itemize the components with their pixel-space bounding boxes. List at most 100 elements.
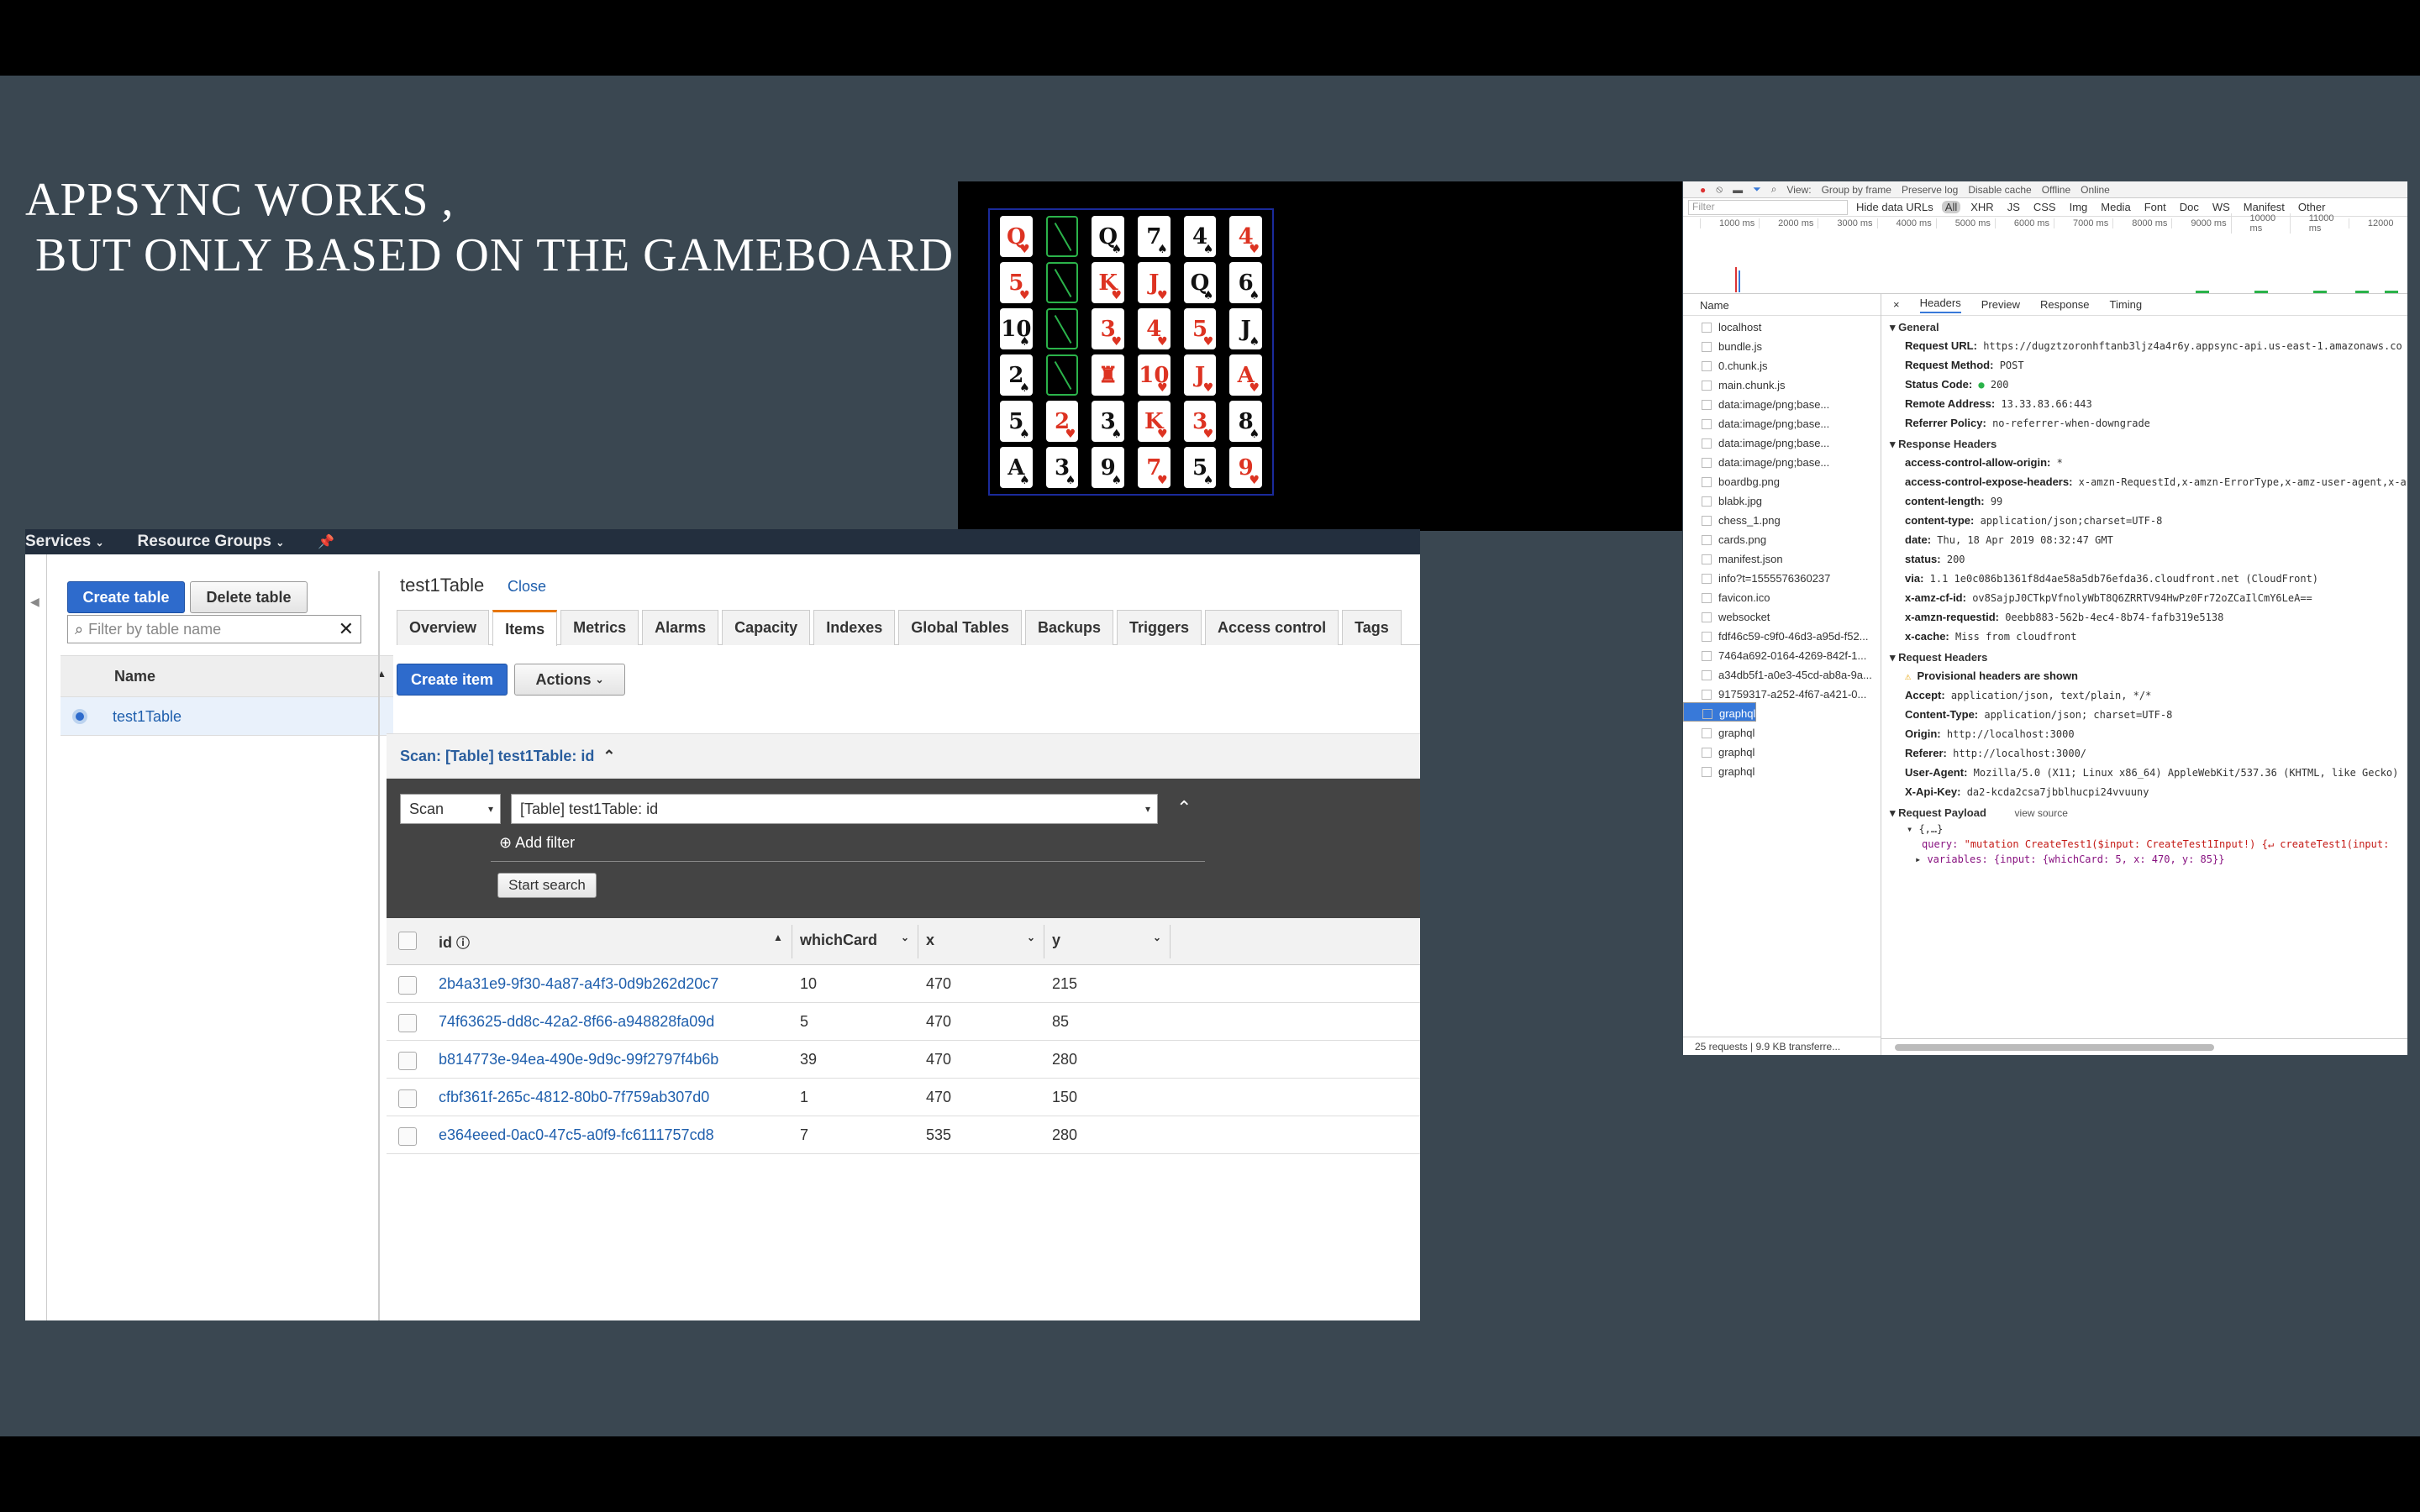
response-headers-toggle[interactable]: ▾ Response Headers xyxy=(1881,433,2407,453)
row-checkbox[interactable] xyxy=(398,1014,417,1032)
row-checkbox[interactable] xyxy=(398,1127,417,1146)
column-x[interactable]: x xyxy=(926,932,934,949)
search-icon[interactable]: ⌕ xyxy=(1771,183,1777,196)
camera-icon[interactable]: ▬ xyxy=(1733,184,1743,196)
request-row[interactable]: bundle.js xyxy=(1683,335,1881,354)
scrollbar-thumb[interactable] xyxy=(1895,1044,2214,1051)
tab-alarms[interactable]: Alarms xyxy=(642,610,719,645)
playing-card[interactable]: 4 ♠ xyxy=(1183,216,1217,257)
add-filter-button[interactable]: ⊕ Add filter xyxy=(499,834,575,852)
playing-card[interactable]: 4 ♥ xyxy=(1138,308,1171,349)
request-row[interactable]: manifest.json xyxy=(1683,548,1881,567)
expand-nav-icon[interactable]: ◀ xyxy=(30,595,39,609)
filter-icon[interactable]: ⏷ xyxy=(1753,183,1761,196)
create-table-button[interactable]: Create table xyxy=(67,581,185,613)
scan-target-select[interactable]: [Table] test1Table: id ▾ xyxy=(511,794,1158,824)
playing-card[interactable]: K ♥ xyxy=(1092,262,1124,303)
request-row[interactable]: fdf46c59-c9f0-46d3-a95d-f52... xyxy=(1683,625,1881,644)
item-id-link[interactable]: b814773e-94ea-490e-9d9c-99f2797f4b6b xyxy=(439,1051,718,1068)
playing-card[interactable]: 8 ♠ xyxy=(1229,401,1262,442)
request-row[interactable]: blabk.jpg xyxy=(1683,490,1881,509)
tab-overview[interactable]: Overview xyxy=(397,610,490,645)
close-details-icon[interactable]: × xyxy=(1893,298,1900,311)
tab-capacity[interactable]: Capacity xyxy=(722,610,811,645)
start-search-button[interactable]: Start search xyxy=(497,873,597,898)
request-payload-toggle[interactable]: ▾ Request Payload view source xyxy=(1881,801,2407,822)
column-id[interactable]: id ⓘ xyxy=(439,932,470,952)
create-item-button[interactable]: Create item xyxy=(397,664,508,696)
item-id-link[interactable]: 2b4a31e9-9f30-4a87-a4f3-0d9b262d20c7 xyxy=(439,975,718,993)
playing-card[interactable]: 7 ♠ xyxy=(1138,216,1171,257)
tab-access-control[interactable]: Access control xyxy=(1205,610,1339,645)
playing-card[interactable]: J ♠ xyxy=(1229,308,1262,349)
offline-checkbox[interactable]: Offline xyxy=(2042,184,2070,196)
column-y[interactable]: y xyxy=(1052,932,1060,949)
scan-mode-select[interactable]: Scan ▾ xyxy=(400,794,501,824)
tab-preview[interactable]: Preview xyxy=(1981,298,2020,311)
chevron-down-icon[interactable]: ⌄ xyxy=(1027,932,1035,943)
card-back[interactable] xyxy=(1045,308,1079,349)
playing-card[interactable]: A ♠ xyxy=(1000,447,1033,488)
playing-card[interactable]: 9 ♠ xyxy=(1092,447,1124,488)
playing-card[interactable]: 5 ♥ xyxy=(1000,262,1033,303)
playing-card[interactable]: 7 ♥ xyxy=(1138,447,1171,488)
playing-card[interactable]: 5 ♥ xyxy=(1183,308,1217,349)
request-row[interactable]: main.chunk.js xyxy=(1683,374,1881,393)
item-row[interactable]: 74f63625-dd8c-42a2-8f66-a948828fa09d 5 470… xyxy=(387,1003,1420,1041)
info-icon[interactable]: ⓘ xyxy=(456,937,470,951)
item-id-link[interactable]: cfbf361f-265c-4812-80b0-7f759ab307d0 xyxy=(439,1089,709,1106)
view-source-link[interactable]: view source xyxy=(2015,807,2068,819)
row-checkbox[interactable] xyxy=(398,1052,417,1070)
table-row[interactable]: test1Table xyxy=(60,697,393,736)
column-whichcard[interactable]: whichCard xyxy=(800,932,877,949)
tab-backups[interactable]: Backups xyxy=(1024,610,1113,645)
name-column-header[interactable]: Name xyxy=(114,668,155,685)
request-row[interactable]: favicon.ico xyxy=(1683,586,1881,606)
card-back[interactable] xyxy=(1045,354,1079,396)
filter-type-media[interactable]: Media xyxy=(2097,201,2133,213)
request-row[interactable]: 91759317-a252-4f67-a421-0... xyxy=(1683,683,1881,702)
request-row[interactable]: graphql xyxy=(1683,760,1881,780)
request-row[interactable]: data:image/png;base... xyxy=(1683,451,1881,470)
playing-card[interactable]: 2 ♠ xyxy=(1000,354,1033,396)
name-column-header[interactable]: Name xyxy=(1683,294,1881,316)
item-row[interactable]: b814773e-94ea-490e-9d9c-99f2797f4b6b 39 47… xyxy=(387,1041,1420,1079)
playing-card[interactable]: ♜ xyxy=(1092,354,1124,396)
collapse-scan-icon[interactable]: ⌃ xyxy=(1176,797,1192,819)
filter-type-css[interactable]: CSS xyxy=(2030,201,2060,213)
preserve-log-checkbox[interactable]: Preserve log xyxy=(1902,184,1958,196)
devtools-filter-input[interactable]: Filter xyxy=(1688,199,1848,215)
tab-items[interactable]: Items xyxy=(492,610,558,646)
playing-card[interactable]: 9 ♥ xyxy=(1229,447,1262,488)
payload-variables[interactable]: ▸ variables: {input: {whichCard: 5, x: 4… xyxy=(1881,852,2407,867)
playing-card[interactable]: J ♥ xyxy=(1183,354,1217,396)
item-id-link[interactable]: e364eeed-0ac0-47c5-a0f9-fc6111757cd8 xyxy=(439,1126,714,1144)
filter-type-ws[interactable]: WS xyxy=(2209,201,2233,213)
record-icon[interactable]: ● xyxy=(1700,184,1706,196)
disable-cache-checkbox[interactable]: Disable cache xyxy=(1968,184,2031,196)
delete-table-button[interactable]: Delete table xyxy=(190,581,308,613)
tab-indexes[interactable]: Indexes xyxy=(813,610,896,645)
row-checkbox[interactable] xyxy=(398,1089,417,1108)
actions-button[interactable]: Actions ⌄ xyxy=(514,664,625,696)
request-row[interactable]: 0.chunk.js xyxy=(1683,354,1881,374)
services-menu[interactable]: Services ⌄ xyxy=(25,533,104,551)
item-row[interactable]: e364eeed-0ac0-47c5-a0f9-fc6111757cd8 7 535… xyxy=(387,1116,1420,1154)
filter-type-js[interactable]: JS xyxy=(2004,201,2023,213)
close-link[interactable]: Close xyxy=(508,578,546,596)
table-filter-input[interactable]: ⌕ Filter by table name ✕ xyxy=(67,615,361,643)
filter-type-all[interactable]: All xyxy=(1941,201,1961,213)
panel-divider[interactable] xyxy=(378,571,380,1320)
playing-card[interactable]: Q ♠ xyxy=(1183,262,1217,303)
card-back[interactable] xyxy=(1045,262,1079,303)
request-row[interactable]: 7464a692-0164-4269-842f-1... xyxy=(1683,644,1881,664)
chevron-down-icon[interactable]: ⌄ xyxy=(901,932,909,943)
tab-global-tables[interactable]: Global Tables xyxy=(898,610,1022,645)
throttle-select[interactable]: Online xyxy=(2081,184,2110,196)
general-section-toggle[interactable]: ▾ General xyxy=(1881,316,2407,336)
request-row[interactable]: boardbg.png xyxy=(1683,470,1881,490)
chevron-down-icon[interactable]: ⌄ xyxy=(1153,932,1161,943)
card-back[interactable] xyxy=(1045,216,1079,257)
playing-card[interactable]: 6 ♠ xyxy=(1229,262,1262,303)
filter-type-doc[interactable]: Doc xyxy=(2176,201,2202,213)
